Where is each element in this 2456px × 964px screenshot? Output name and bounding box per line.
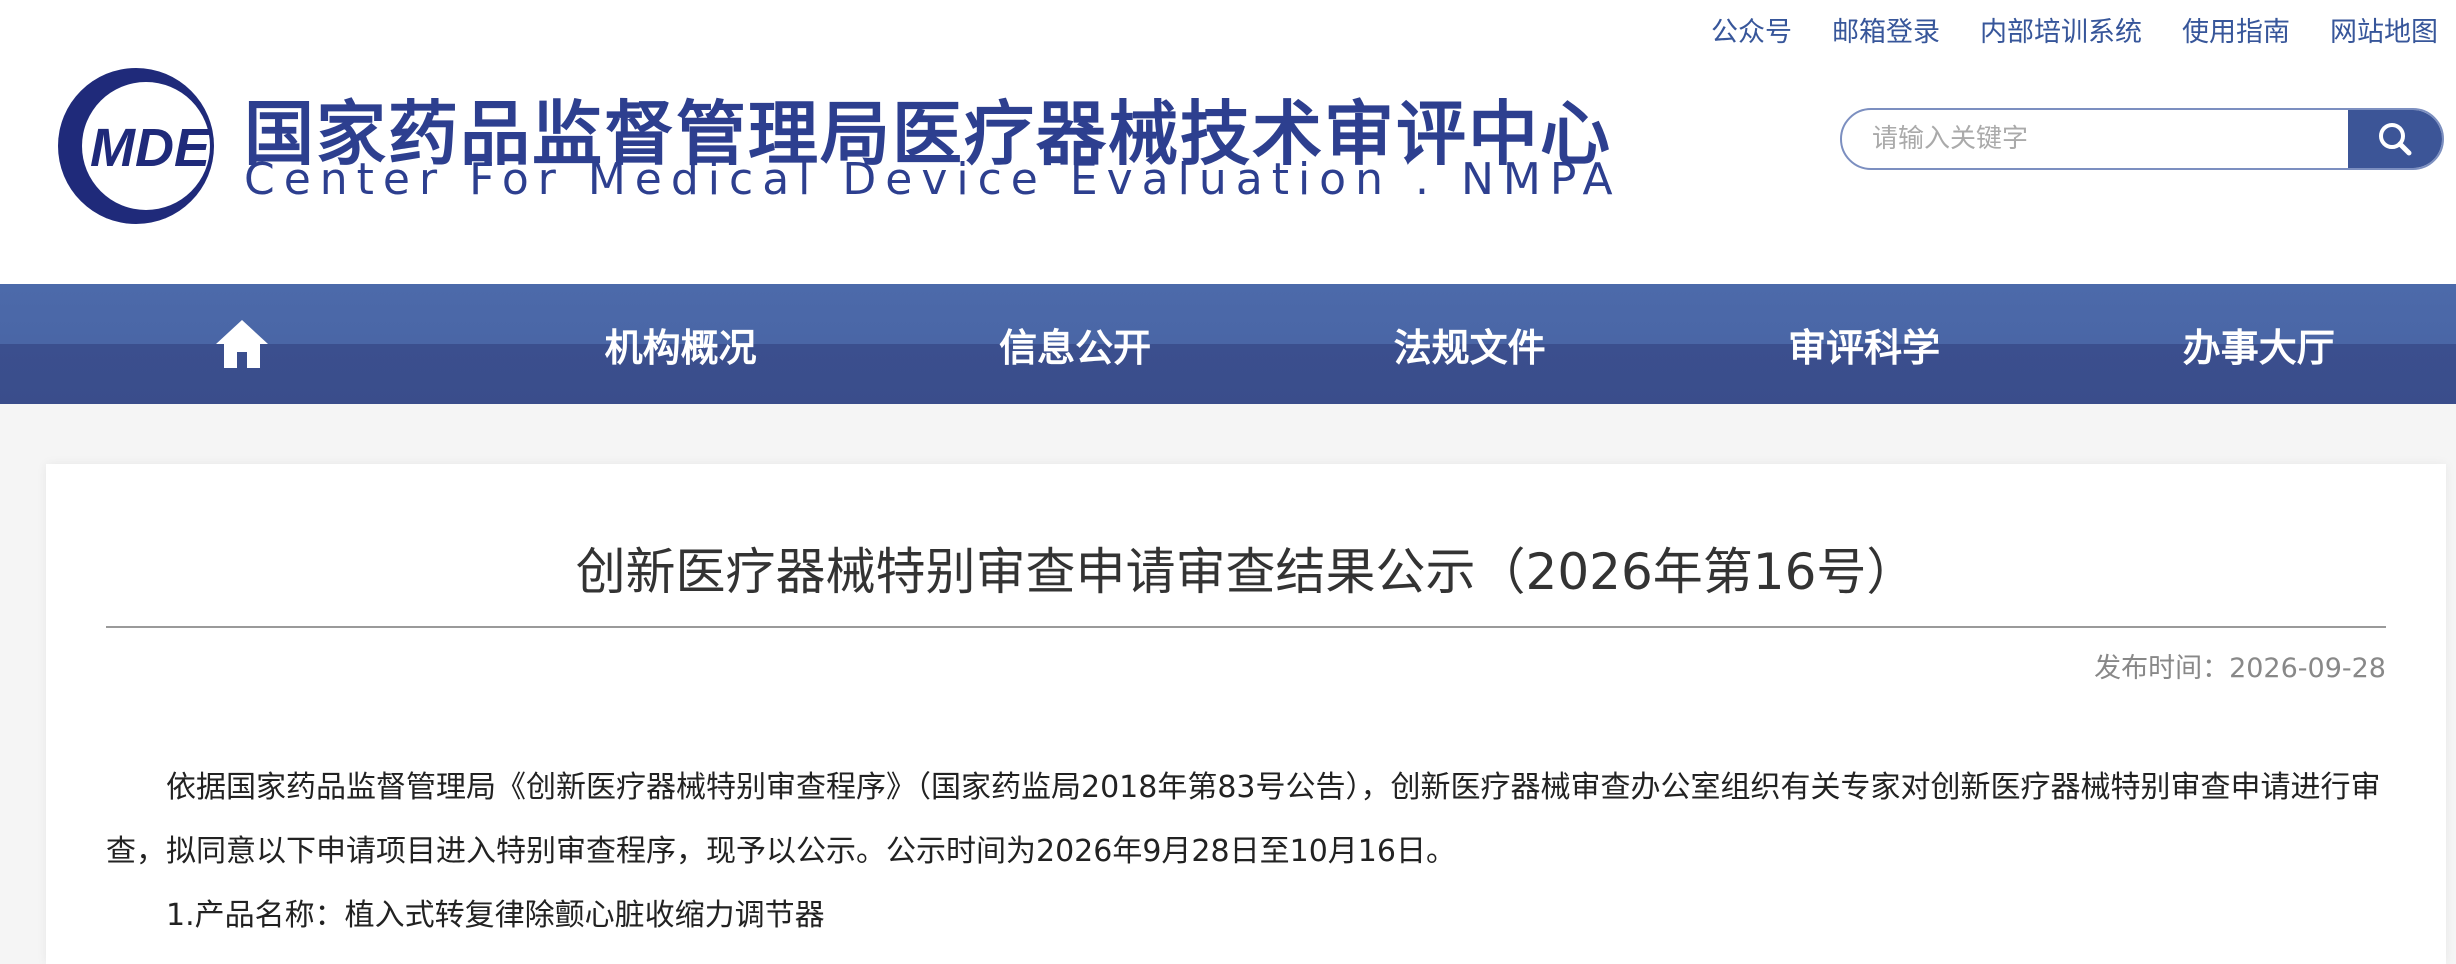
main-nav: 机构概况 信息公开 法规文件 审评科学 办事大厅 [0,284,2456,404]
nav-item-regulations[interactable]: 法规文件 [1272,284,1667,404]
nav-item-review-science[interactable]: 审评科学 [1667,284,2062,404]
nav-item-service-hall[interactable]: 办事大厅 [2061,284,2456,404]
top-link-internal-training[interactable]: 内部培训系统 [1980,10,2142,49]
site-logo[interactable]: MDE [48,66,228,226]
publish-date: 发布时间：2026-09-28 [2094,653,2386,684]
site-header: 公众号 邮箱登录 内部培训系统 使用指南 网站地图 MDE 国家药品监督管理局医… [0,0,2456,284]
search-box [1840,108,2444,170]
article-body: 依据国家药品监督管理局《创新医疗器械特别审查程序》（国家药监局2018年第83号… [106,756,2386,948]
article-paragraph: 依据国家药品监督管理局《创新医疗器械特别审查程序》（国家药监局2018年第83号… [106,770,2381,869]
site-subtitle: Center For Medical Device Evaluation . N… [244,154,1622,205]
article-panel: 创新医疗器械特别审查申请审查结果公示（2026年第16号） 发布时间：2026-… [46,464,2446,964]
search-button[interactable] [2348,110,2442,168]
search-icon [2379,123,2412,156]
top-link-wechat[interactable]: 公众号 [1711,10,1792,49]
title-divider [106,626,2386,628]
nav-item-home[interactable] [0,284,483,404]
svg-text:MDE: MDE [90,118,212,178]
article-paragraph: 1.产品名称：植入式转复律除颤心脏收缩力调节器 [166,898,825,933]
top-link-user-guide[interactable]: 使用指南 [2182,10,2290,49]
logo-emblem: MDE [58,68,214,224]
nav-item-organization[interactable]: 机构概况 [483,284,878,404]
nav-item-information[interactable]: 信息公开 [878,284,1273,404]
home-icon [215,320,268,368]
search-input[interactable] [1842,110,2352,168]
top-links: 公众号 邮箱登录 内部培训系统 使用指南 网站地图 [1711,10,2438,49]
top-link-sitemap[interactable]: 网站地图 [2330,10,2438,49]
top-link-email-login[interactable]: 邮箱登录 [1832,10,1940,49]
article-title: 创新医疗器械特别审查申请审查结果公示（2026年第16号） [575,543,1917,601]
